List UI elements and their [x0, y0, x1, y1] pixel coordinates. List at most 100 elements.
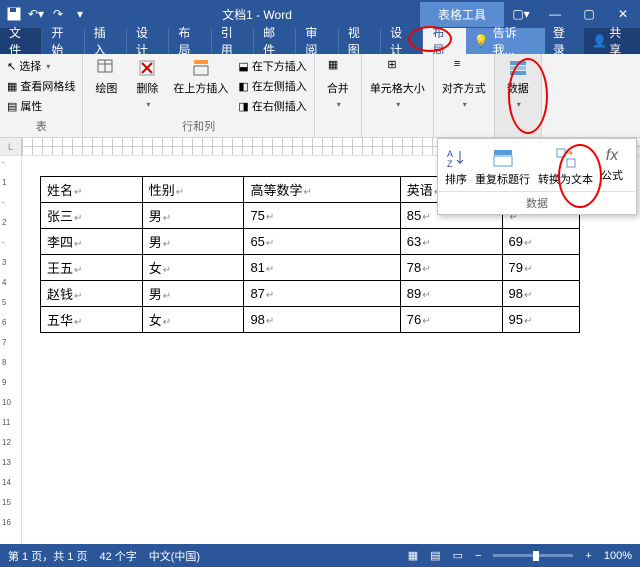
view-read-icon[interactable]: ▤ [430, 549, 440, 562]
group-table: ↖选择 ▦查看网格线 ▤属性 表 [0, 54, 83, 137]
table-cell[interactable]: 75↵ [244, 203, 400, 229]
tab-home[interactable]: 开始 [42, 28, 84, 54]
zoom-out-button[interactable]: − [475, 550, 481, 562]
table-cell[interactable]: 79↵ [502, 255, 579, 281]
table-cell[interactable]: 87↵ [244, 281, 400, 307]
draw-table-icon [96, 58, 116, 78]
cell-size-button[interactable]: ⊞单元格大小 [366, 56, 429, 112]
table-cell[interactable]: 98↵ [244, 307, 400, 333]
ruler-mark: 11 [2, 418, 10, 427]
view-web-icon[interactable]: ▭ [453, 549, 463, 562]
insert-right-icon: ◨ [238, 100, 248, 113]
data-button[interactable]: 数据 [499, 56, 537, 112]
tab-file[interactable]: 文件 [0, 28, 42, 54]
tab-design[interactable]: 设计 [127, 28, 169, 54]
table-cell[interactable]: 89↵ [400, 281, 502, 307]
view-gridlines-button[interactable]: ▦查看网格线 [4, 76, 78, 96]
ruler-mark: 9 [2, 378, 6, 387]
table-cell[interactable]: 69↵ [502, 229, 579, 255]
insert-below-button[interactable]: ⬓在下方插入 [235, 56, 309, 76]
table-cell[interactable]: 王五↵ [41, 255, 143, 281]
delete-button[interactable]: 删除 [128, 56, 166, 112]
tab-mail[interactable]: 邮件 [254, 28, 296, 54]
undo-icon[interactable]: ↶▾ [28, 6, 44, 22]
table-cell[interactable]: 81↵ [244, 255, 400, 281]
tab-layout[interactable]: 布局 [169, 28, 211, 54]
insert-left-button[interactable]: ◧在左侧插入 [235, 76, 309, 96]
table-row[interactable]: 五华↵女↵98↵76↵95↵ [41, 307, 580, 333]
group-cellsize: ⊞单元格大小 [362, 54, 434, 137]
table-cell[interactable]: 78↵ [400, 255, 502, 281]
table-cell[interactable]: 高等数学↵ [244, 177, 400, 203]
table-row[interactable]: 李四↵男↵65↵63↵69↵ [41, 229, 580, 255]
zoom-level[interactable]: 100% [604, 550, 632, 562]
table-cell[interactable]: 李四↵ [41, 229, 143, 255]
ruler-corner[interactable]: L [0, 138, 22, 155]
table-cell[interactable]: 五华↵ [41, 307, 143, 333]
table-cell[interactable]: 张三↵ [41, 203, 143, 229]
table-cell[interactable]: 女↵ [142, 307, 244, 333]
ruler-mark: 15 [2, 498, 11, 507]
tab-references[interactable]: 引用 [212, 28, 254, 54]
status-words[interactable]: 42 个字 [99, 548, 136, 564]
restore-icon[interactable]: ▢ [572, 0, 606, 28]
convert-to-text-button[interactable]: 转换为文本 [535, 145, 596, 189]
quick-access-toolbar: ↶▾ ↷ ▾ [0, 6, 94, 22]
share-icon: 👤 [592, 34, 607, 48]
merge-button[interactable]: ▦合并 [319, 56, 357, 112]
draw-button[interactable]: 绘图 [87, 56, 125, 98]
formula-button[interactable]: fx 公式 [598, 145, 626, 189]
redo-icon[interactable]: ↷ [50, 6, 66, 22]
ruler-mark: 12 [2, 438, 11, 447]
table-row[interactable]: 赵钱↵男↵87↵89↵98↵ [41, 281, 580, 307]
zoom-in-button[interactable]: + [585, 550, 591, 562]
table-cell[interactable]: 98↵ [502, 281, 579, 307]
table-cell[interactable]: 姓名↵ [41, 177, 143, 203]
tab-view[interactable]: 视图 [339, 28, 381, 54]
table-cell[interactable]: 63↵ [400, 229, 502, 255]
document-title: 文档1 - Word [94, 6, 420, 23]
status-page[interactable]: 第 1 页，共 1 页 [8, 548, 87, 564]
sort-button[interactable]: AZ 排序 [442, 145, 470, 189]
insert-below-icon: ⬓ [238, 60, 248, 73]
table-cell[interactable]: 男↵ [142, 203, 244, 229]
table-cell[interactable]: 95↵ [502, 307, 579, 333]
tab-review[interactable]: 审阅 [296, 28, 338, 54]
dropdown-group-label: 数据 [438, 191, 636, 214]
share-button[interactable]: 👤共享 [584, 28, 640, 54]
insert-above-button[interactable]: 在上方插入 [169, 56, 232, 98]
view-print-icon[interactable]: ▦ [408, 549, 418, 562]
cursor-icon: ↖ [7, 60, 16, 73]
table-cell[interactable]: 76↵ [400, 307, 502, 333]
ruler-mark: 10 [2, 398, 11, 407]
tab-table-design[interactable]: 设计 [381, 28, 423, 54]
login-button[interactable]: 登录 [545, 28, 584, 54]
table-cell[interactable]: 性别↵ [142, 177, 244, 203]
properties-button[interactable]: ▤属性 [4, 96, 78, 116]
table-cell[interactable]: 男↵ [142, 281, 244, 307]
select-button[interactable]: ↖选择 [4, 56, 78, 76]
repeat-header-button[interactable]: 重复标题行 [472, 145, 533, 189]
table-cell[interactable]: 男↵ [142, 229, 244, 255]
tell-me[interactable]: 💡告诉我... [466, 28, 545, 54]
table-cell[interactable]: 赵钱↵ [41, 281, 143, 307]
group-merge: ▦合并 [315, 54, 362, 137]
ruler-vertical[interactable]: -1-2-345678910111213141516 [0, 156, 22, 544]
tab-insert[interactable]: 插入 [85, 28, 127, 54]
tab-table-layout[interactable]: 布局 [423, 28, 465, 54]
save-icon[interactable] [6, 6, 22, 22]
svg-text:A: A [447, 149, 453, 159]
ruler-mark: - [2, 238, 5, 247]
insert-right-button[interactable]: ◨在右侧插入 [235, 96, 309, 116]
table-row[interactable]: 王五↵女↵81↵78↵79↵ [41, 255, 580, 281]
group-table-label: 表 [4, 116, 78, 136]
align-button[interactable]: ≡对齐方式 [438, 56, 490, 112]
status-lang[interactable]: 中文(中国) [149, 548, 200, 564]
qat-more-icon[interactable]: ▾ [72, 6, 88, 22]
zoom-slider[interactable] [493, 554, 573, 557]
align-icon: ≡ [454, 58, 474, 78]
table-cell[interactable]: 65↵ [244, 229, 400, 255]
properties-icon: ▤ [7, 100, 17, 113]
table-cell[interactable]: 女↵ [142, 255, 244, 281]
ruler-mark: 16 [2, 518, 11, 527]
